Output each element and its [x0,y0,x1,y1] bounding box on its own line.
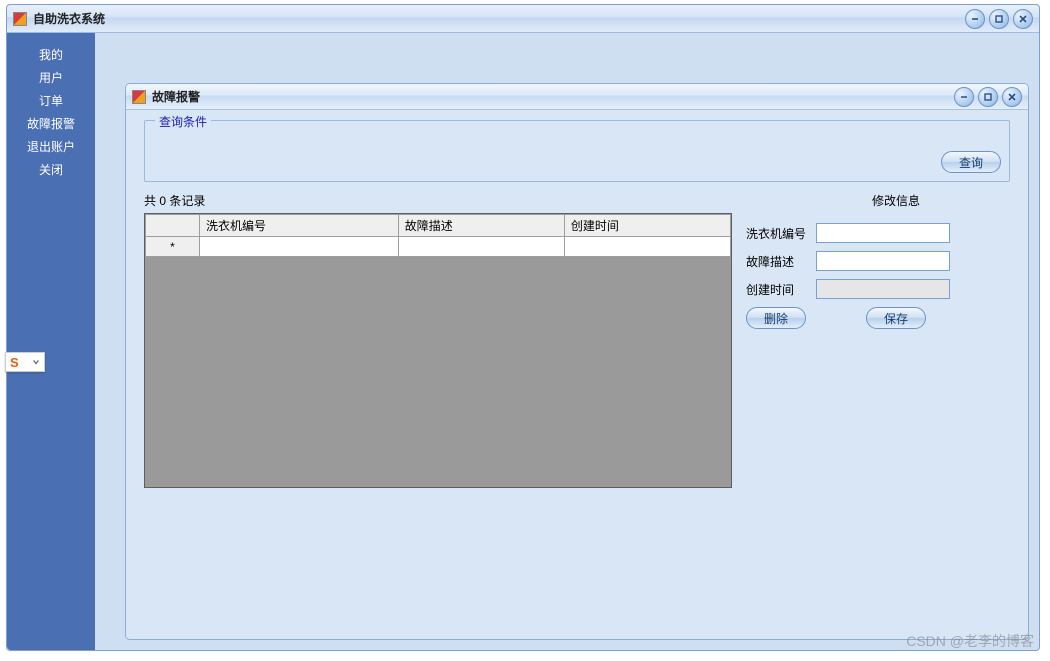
input-created-time [816,279,950,299]
records-row: 共 0 条记录 修改信息 [144,192,1010,209]
sidebar-item-fault-alarm[interactable]: 故障报警 [7,112,95,135]
maximize-icon [983,92,993,102]
main-title: 自助洗衣系统 [33,10,105,27]
delete-button[interactable]: 删除 [746,307,806,329]
edit-info-title: 修改信息 [872,192,920,209]
sidebar-item-label: 故障报警 [27,117,75,131]
form-row-created-time: 创建时间 [746,279,1010,299]
search-button[interactable]: 查询 [941,151,1001,173]
ime-letter: S [10,355,19,370]
sidebar-item-label: 关闭 [39,163,63,177]
save-button[interactable]: 保存 [866,307,926,329]
child-app-icon [132,90,146,104]
chevron-down-icon [32,355,40,369]
child-minimize-button[interactable] [954,87,974,107]
child-titlebar[interactable]: 故障报警 [126,84,1028,110]
label-machine-id: 洗衣机编号 [746,225,816,242]
main-window-controls [965,9,1033,29]
close-icon [1018,14,1028,24]
sidebar-item-logout[interactable]: 退出账户 [7,135,95,158]
form-row-fault-desc: 故障描述 [746,251,1010,271]
form-row-machine-id: 洗衣机编号 [746,223,1010,243]
cell-created-time[interactable] [564,237,730,257]
input-machine-id[interactable] [816,223,950,243]
col-fault-desc[interactable]: 故障描述 [398,215,564,237]
ime-badge[interactable]: S [5,352,45,372]
edit-panel: 洗衣机编号 故障描述 创建时间 [746,213,1010,625]
main-window: 自助洗衣系统 我的 用户 订单 故障报警 退出账户 关闭 [6,4,1040,651]
input-fault-desc[interactable] [816,251,950,271]
row-header-corner[interactable] [146,215,200,237]
main-body: 我的 用户 订单 故障报警 退出账户 关闭 故障报警 [7,33,1039,650]
maximize-button[interactable] [989,9,1009,29]
record-count-label: 共 0 条记录 [144,192,205,209]
child-body: 查询条件 查询 共 0 条记录 修改信息 [126,110,1028,639]
minimize-button[interactable] [965,9,985,29]
table-header-row: 洗衣机编号 故障描述 创建时间 [146,215,731,237]
col-created-time[interactable]: 创建时间 [564,215,730,237]
child-window: 故障报警 查询条件 [125,83,1029,640]
edit-buttons: 删除 保存 [746,307,1010,329]
sidebar-item-label: 用户 [39,71,63,85]
minimize-icon [959,92,969,102]
cell-fault-desc[interactable] [398,237,564,257]
sidebar-item-order[interactable]: 订单 [7,89,95,112]
sidebar-item-label: 订单 [39,94,63,108]
close-icon [1007,92,1017,102]
record-suffix: 条记录 [169,194,205,208]
app-icon [13,12,27,26]
label-fault-desc: 故障描述 [746,253,816,270]
sidebar-item-close[interactable]: 关闭 [7,158,95,181]
query-groupbox: 查询条件 查询 [144,120,1010,182]
col-machine-id[interactable]: 洗衣机编号 [200,215,399,237]
child-window-controls [954,87,1022,107]
fault-datagrid[interactable]: 洗衣机编号 故障描述 创建时间 * [144,213,732,488]
cell-machine-id[interactable] [200,237,399,257]
new-row-marker: * [146,237,200,257]
sidebar-item-label: 我的 [39,48,63,62]
table-new-row[interactable]: * [146,237,731,257]
sidebar-item-label: 退出账户 [27,140,75,154]
child-title: 故障报警 [152,88,200,105]
main-row: 洗衣机编号 故障描述 创建时间 * [144,213,1010,625]
close-button[interactable] [1013,9,1033,29]
content-area: 故障报警 查询条件 [95,33,1039,650]
query-group-label: 查询条件 [155,113,211,130]
record-count: 0 [159,194,166,208]
maximize-icon [994,14,1004,24]
sidebar-item-user[interactable]: 用户 [7,66,95,89]
sidebar-item-mine[interactable]: 我的 [7,43,95,66]
label-created-time: 创建时间 [746,281,816,298]
child-close-button[interactable] [1002,87,1022,107]
sidebar: 我的 用户 订单 故障报警 退出账户 关闭 [7,33,95,650]
child-maximize-button[interactable] [978,87,998,107]
fault-table: 洗衣机编号 故障描述 创建时间 * [145,214,731,257]
record-prefix: 共 [144,194,156,208]
minimize-icon [970,14,980,24]
main-titlebar[interactable]: 自助洗衣系统 [7,5,1039,33]
